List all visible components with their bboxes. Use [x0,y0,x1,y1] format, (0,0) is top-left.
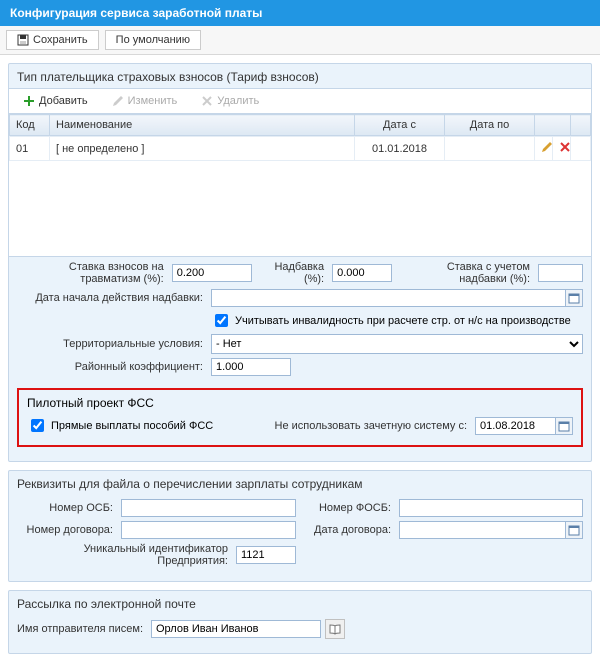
col-actions [535,115,571,136]
x-icon [559,141,571,153]
surcharge-label: Надбавка (%): [266,261,328,285]
disability-checkbox[interactable]: Учитывать инвалидность при расчете стр. … [211,311,571,330]
injury-rate-input[interactable] [172,264,252,282]
no-offset-date-input[interactable] [475,417,555,435]
terr-select[interactable]: - Нет [211,334,583,354]
plus-icon [23,95,35,107]
addressbook-button[interactable] [325,619,345,639]
pencil-icon [541,141,553,153]
injury-rate-label: Ставка взносов на травматизм (%): [17,261,168,285]
add-button[interactable]: Добавить [15,93,96,109]
save-button-label: Сохранить [33,34,88,46]
email-section: Рассылка по электронной почте Имя отправ… [8,590,592,654]
sender-label: Имя отправителя писем: [17,623,147,635]
calendar-icon [558,420,570,432]
transfer-section: Реквизиты для файла о перечислении зарпл… [8,470,592,582]
terr-label: Территориальные условия: [17,338,207,350]
contract-num-input[interactable] [121,521,296,539]
add-button-label: Добавить [39,95,88,107]
direct-payments-label: Прямые выплаты пособий ФСС [51,420,213,432]
fosb-label: Номер ФОСБ: [300,502,395,514]
delete-button-label: Удалить [217,95,259,107]
no-offset-label: Не использовать зачетную систему с: [275,420,472,432]
disability-checkbox-input[interactable] [215,314,228,327]
enterprise-id-input[interactable] [236,546,296,564]
col-spacer [571,115,591,136]
default-button-label: По умолчанию [116,34,190,46]
payer-section: Тип плательщика страховых взносов (Тариф… [8,63,592,462]
table-row[interactable]: 01 [ не определено ] 01.01.2018 [10,137,591,161]
contract-date-input[interactable] [399,521,565,539]
grid-toolbar: Добавить Изменить Удалить [9,88,591,114]
col-code[interactable]: Код [10,115,50,136]
save-button[interactable]: Сохранить [6,30,99,50]
cell-date-to [445,137,535,161]
direct-payments-checkbox-input[interactable] [31,419,44,432]
cell-code: 01 [10,137,50,161]
cell-date-from: 01.01.2018 [355,137,445,161]
osb-label: Номер ОСБ: [17,502,117,514]
surcharge-start-label: Дата начала действия надбавки: [17,292,207,304]
payer-section-title: Тип плательщика страховых взносов (Тариф… [9,64,591,88]
enterprise-id-label: Уникальный идентификатор Предприятия: [17,543,232,567]
contract-num-label: Номер договора: [17,524,117,536]
osb-input[interactable] [121,499,296,517]
pilot-title: Пилотный проект ФСС [27,396,573,410]
contract-date-label: Дата договора: [300,524,395,536]
book-icon [329,623,341,635]
cell-spacer [571,137,591,161]
col-name[interactable]: Наименование [50,115,355,136]
calendar-icon [568,524,580,536]
window-title: Конфигурация сервиса заработной платы [0,0,600,26]
district-coef-label: Районный коэффициент: [17,361,207,373]
email-title: Рассылка по электронной почте [9,591,591,615]
col-date-from[interactable]: Дата с [355,115,445,136]
row-edit-action[interactable] [535,137,553,161]
payer-grid: Код Наименование Дата с Дата по 01 [ не … [9,114,591,257]
fosb-input[interactable] [399,499,583,517]
pencil-icon [112,95,124,107]
rate-with-surcharge-label: Ставка с учетом надбавки (%): [406,261,534,285]
x-icon [201,95,213,107]
edit-button: Изменить [104,93,186,109]
sender-input[interactable] [151,620,321,638]
surcharge-input[interactable] [332,264,392,282]
disability-checkbox-label: Учитывать инвалидность при расчете стр. … [235,315,571,327]
rate-with-surcharge-input[interactable] [538,264,583,282]
col-date-to[interactable]: Дата по [445,115,535,136]
save-icon [17,34,29,46]
rates-block: Ставка взносов на травматизм (%): Надбав… [9,257,591,384]
calendar-button[interactable] [565,289,583,307]
surcharge-start-input[interactable] [211,289,565,307]
calendar-button[interactable] [565,521,583,539]
main-toolbar: Сохранить По умолчанию [0,26,600,55]
calendar-button[interactable] [555,417,573,435]
delete-button: Удалить [193,93,267,109]
transfer-title: Реквизиты для файла о перечислении зарпл… [9,471,591,495]
pilot-section: Пилотный проект ФСС Прямые выплаты пособ… [17,388,583,447]
calendar-icon [568,292,580,304]
row-delete-action[interactable] [553,137,571,161]
default-button[interactable]: По умолчанию [105,30,201,50]
district-coef-input[interactable] [211,358,291,376]
direct-payments-checkbox[interactable]: Прямые выплаты пособий ФСС [27,416,213,435]
cell-name: [ не определено ] [50,137,355,161]
edit-button-label: Изменить [128,95,178,107]
